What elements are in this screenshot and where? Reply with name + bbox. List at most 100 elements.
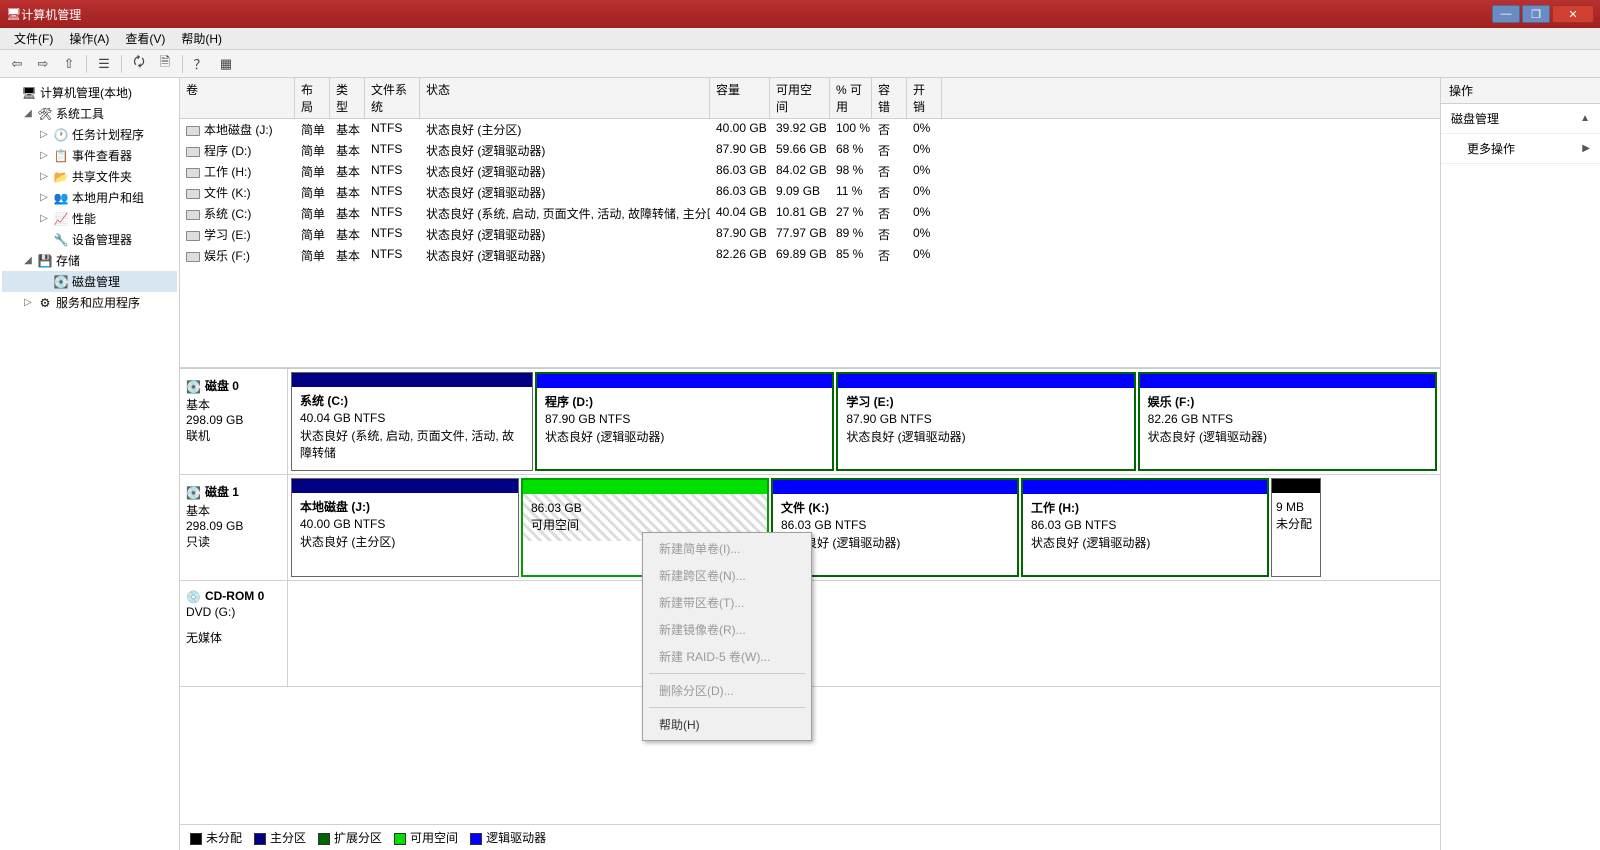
minimize-button[interactable]: — (1492, 5, 1520, 23)
help-button[interactable]: ？ (189, 53, 211, 75)
part-status: 状态良好 (逻辑驱动器) (1148, 429, 1427, 446)
tree-label: 共享文件夹 (72, 168, 132, 185)
col-status[interactable]: 状态 (420, 78, 710, 118)
toolbar-separator (182, 55, 183, 73)
disk-1-title: 磁盘 1 (205, 483, 239, 500)
users-icon (53, 190, 69, 206)
refresh-button[interactable]: 🗘 (128, 53, 150, 75)
menubar: 文件(F) 操作(A) 查看(V) 帮助(H) (0, 28, 1600, 50)
service-icon (37, 295, 53, 311)
tree-label: 事件查看器 (72, 147, 132, 164)
actions-more-label: 更多操作 (1467, 140, 1515, 157)
volume-row[interactable]: 程序 (D:)简单基本NTFS状态良好 (逻辑驱动器)87.90 GB59.66… (180, 140, 1440, 161)
tree-performance[interactable]: ▷性能 (2, 208, 177, 229)
partition-d[interactable]: 程序 (D:)87.90 GB NTFS状态良好 (逻辑驱动器) (535, 372, 834, 471)
volume-row[interactable]: 文件 (K:)简单基本NTFS状态良好 (逻辑驱动器)86.03 GB9.09 … (180, 182, 1440, 203)
stripe-freespace (523, 480, 767, 494)
ctx-new-simple-volume[interactable]: 新建简单卷(I)... (645, 535, 809, 562)
menu-view[interactable]: 查看(V) (117, 28, 173, 49)
ctx-new-mirrored-volume[interactable]: 新建镜像卷(R)... (645, 616, 809, 643)
col-capacity[interactable]: 容量 (710, 78, 770, 118)
forward-button[interactable]: ⇨ (32, 53, 54, 75)
tree-root[interactable]: 计算机管理(本地) (2, 82, 177, 103)
tree-system-tools[interactable]: ◢🛠系统工具 (2, 103, 177, 124)
menu-file[interactable]: 文件(F) (6, 28, 61, 49)
disk-0-info[interactable]: 💽磁盘 0 基本 298.09 GB 联机 (180, 369, 288, 474)
stripe-primary (292, 373, 532, 387)
maximize-button[interactable]: ❐ (1522, 5, 1550, 23)
extra-button[interactable]: ▦ (215, 53, 237, 75)
actions-more[interactable]: 更多操作 ▶ (1441, 134, 1600, 164)
toolbar: ⇦ ⇨ ⇧ ☰ 🗘 🗎 ？ ▦ (0, 50, 1600, 78)
cdrom-state: 无媒体 (186, 629, 281, 646)
disk-1-info[interactable]: 💽磁盘 1 基本 298.09 GB 只读 (180, 475, 288, 580)
part-size: 82.26 GB NTFS (1148, 411, 1427, 428)
col-volume[interactable]: 卷 (180, 78, 295, 118)
tree-device-manager[interactable]: 设备管理器 (2, 229, 177, 250)
device-icon (53, 232, 69, 248)
tree-disk-management[interactable]: 磁盘管理 (2, 271, 177, 292)
col-free[interactable]: 可用空间 (770, 78, 830, 118)
partition-e[interactable]: 学习 (E:)87.90 GB NTFS状态良好 (逻辑驱动器) (836, 372, 1135, 471)
tree-local-users[interactable]: ▷本地用户和组 (2, 187, 177, 208)
performance-icon (53, 211, 69, 227)
disk-1-type: 基本 (186, 502, 281, 519)
actions-section-diskmgmt[interactable]: 磁盘管理 ▲ (1441, 104, 1600, 134)
disk-1-state: 只读 (186, 533, 281, 550)
disk-1-size: 298.09 GB (186, 519, 281, 533)
tree-label: 磁盘管理 (72, 273, 120, 290)
tree-label: 性能 (72, 210, 96, 227)
volume-row[interactable]: 娱乐 (F:)简单基本NTFS状态良好 (逻辑驱动器)82.26 GB69.89… (180, 245, 1440, 266)
partition-f[interactable]: 娱乐 (F:)82.26 GB NTFS状态良好 (逻辑驱动器) (1138, 372, 1437, 471)
col-fault[interactable]: 容错 (872, 78, 907, 118)
col-filesystem[interactable]: 文件系统 (365, 78, 420, 118)
tree-shared-folders[interactable]: ▷共享文件夹 (2, 166, 177, 187)
actions-section-label: 磁盘管理 (1451, 110, 1499, 127)
partition-c[interactable]: 系统 (C:)40.04 GB NTFS状态良好 (系统, 启动, 页面文件, … (291, 372, 533, 471)
stripe-logical (537, 374, 832, 388)
ctx-new-raid5-volume[interactable]: 新建 RAID-5 卷(W)... (645, 643, 809, 670)
col-percent[interactable]: % 可用 (830, 78, 872, 118)
legend-extended: 扩展分区 (318, 829, 382, 846)
col-type[interactable]: 类型 (330, 78, 365, 118)
col-overhead[interactable]: 开销 (907, 78, 942, 118)
stripe-unallocated (1272, 479, 1320, 493)
tree-label: 任务计划程序 (72, 126, 144, 143)
part-status: 状态良好 (逻辑驱动器) (545, 429, 824, 446)
computer-icon (21, 85, 37, 101)
cdrom-icon: 💿 (186, 590, 201, 604)
tree-task-scheduler[interactable]: ▷任务计划程序 (2, 124, 177, 145)
toolbar-separator (121, 55, 122, 73)
export-button[interactable]: 🗎 (154, 53, 176, 75)
volume-row[interactable]: 工作 (H:)简单基本NTFS状态良好 (逻辑驱动器)86.03 GB84.02… (180, 161, 1440, 182)
stripe-logical (838, 374, 1133, 388)
tree-label: 系统工具 (56, 105, 104, 122)
menu-help[interactable]: 帮助(H) (173, 28, 230, 49)
partition-j[interactable]: 本地磁盘 (J:)40.00 GB NTFS状态良好 (主分区) (291, 478, 519, 577)
ctx-new-spanned-volume[interactable]: 新建跨区卷(N)... (645, 562, 809, 589)
part-size: 40.00 GB NTFS (300, 516, 510, 533)
partition-h[interactable]: 工作 (H:)86.03 GB NTFS状态良好 (逻辑驱动器) (1021, 478, 1269, 577)
up-button[interactable]: ⇧ (58, 53, 80, 75)
tree-services-apps[interactable]: ▷服务和应用程序 (2, 292, 177, 313)
volume-row[interactable]: 学习 (E:)简单基本NTFS状态良好 (逻辑驱动器)87.90 GB77.97… (180, 224, 1440, 245)
partition-unallocated[interactable]: 9 MB未分配 (1271, 478, 1321, 577)
col-layout[interactable]: 布局 (295, 78, 330, 118)
tree-event-viewer[interactable]: ▷事件查看器 (2, 145, 177, 166)
window-title: 计算机管理 (21, 6, 1492, 23)
properties-button[interactable]: ☰ (93, 53, 115, 75)
volume-row[interactable]: 本地磁盘 (J:)简单基本NTFS状态良好 (主分区)40.00 GB39.92… (180, 119, 1440, 140)
tree-storage[interactable]: ◢存储 (2, 250, 177, 271)
legend-primary: 主分区 (254, 829, 306, 846)
volume-row[interactable]: 系统 (C:)简单基本NTFS状态良好 (系统, 启动, 页面文件, 活动, 故… (180, 203, 1440, 224)
share-icon (53, 169, 69, 185)
ctx-delete-partition[interactable]: 删除分区(D)... (645, 677, 809, 704)
close-button[interactable]: ✕ (1552, 5, 1594, 23)
menu-action[interactable]: 操作(A) (61, 28, 117, 49)
cdrom-info[interactable]: 💿CD-ROM 0 DVD (G:) 无媒体 (180, 581, 288, 686)
back-button[interactable]: ⇦ (6, 53, 28, 75)
ctx-help[interactable]: 帮助(H) (645, 711, 809, 738)
ctx-new-striped-volume[interactable]: 新建带区卷(T)... (645, 589, 809, 616)
disk-0-row: 💽磁盘 0 基本 298.09 GB 联机 系统 (C:)40.04 GB NT… (180, 369, 1440, 475)
part-name: 学习 (E:) (846, 394, 1125, 411)
